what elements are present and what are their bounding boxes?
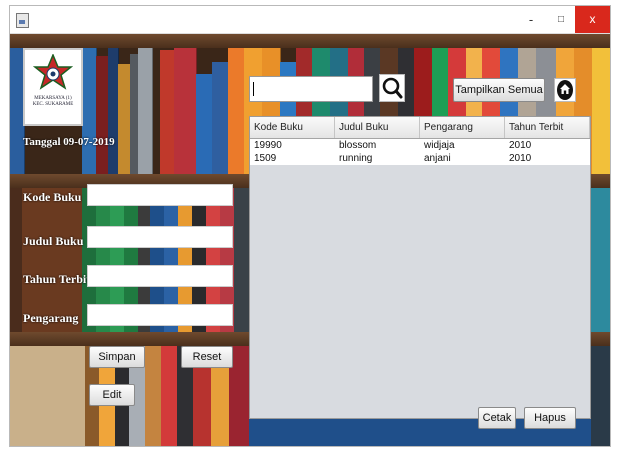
kode-buku-label: Kode Buku [23,190,82,204]
tahun-terbit-label: Tahun Terbit [23,272,91,286]
table-row[interactable]: 19990 blossom widjaja 2010 [250,139,590,152]
main-panel: MEKARSAYA (1) KEC. SUKARAME Tanggal 09-0… [10,34,610,446]
cell-judul-buku: running [339,153,373,164]
home-button[interactable] [554,78,576,102]
table-row[interactable]: 1509 running anjani 2010 [250,152,590,165]
app-window: - □ x MEKARSAYA (1) KEC. SUKARAME Tangga… [9,5,611,447]
tahun-terbit-input[interactable] [87,265,233,287]
table-header: Kode Buku Judul Buku Pengarang Tahun Ter… [250,117,590,139]
title-bar: - □ x [10,6,610,34]
judul-buku-label: Judul Buku [23,234,84,248]
maximize-button[interactable]: □ [546,6,576,33]
date-label: Tanggal 09-07-2019 [23,136,115,148]
column-header-judul-buku[interactable]: Judul Buku [335,117,420,138]
cell-kode-buku: 1509 [254,153,277,164]
simpan-button[interactable]: Simpan [89,346,145,368]
reset-button[interactable]: Reset [181,346,233,368]
book-table[interactable]: Kode Buku Judul Buku Pengarang Tahun Ter… [249,116,591,419]
cell-pengarang: widjaja [424,140,455,151]
emblem-icon [33,54,73,90]
search-icon [382,77,403,99]
text-caret [253,82,254,96]
kode-buku-input[interactable] [87,184,233,206]
cell-tahun-terbit: 2010 [509,153,532,164]
search-button[interactable] [379,74,405,102]
search-input[interactable] [249,76,373,102]
cell-judul-buku: blossom [339,140,377,151]
pengarang-label: Pengarang [23,311,79,325]
column-header-tahun-terbit[interactable]: Tahun Terbit [505,117,590,138]
cell-tahun-terbit: 2010 [509,140,532,151]
column-header-kode-buku[interactable]: Kode Buku [250,117,335,138]
cell-pengarang: anjani [424,153,451,164]
java-app-icon [16,13,29,28]
close-button[interactable]: x [575,6,610,33]
cell-kode-buku: 19990 [254,140,282,151]
home-icon [557,80,573,100]
edit-button[interactable]: Edit [89,384,135,406]
hapus-button[interactable]: Hapus [524,407,576,429]
judul-buku-input[interactable] [87,226,233,248]
school-logo: MEKARSAYA (1) KEC. SUKARAME [23,48,83,126]
tampilkan-semua-button[interactable]: Tampilkan Semua [453,78,545,102]
minimize-button[interactable]: - [516,6,546,33]
pengarang-input[interactable] [87,304,233,326]
column-header-pengarang[interactable]: Pengarang [420,117,505,138]
logo-subtext: KEC. SUKARAME [32,102,74,107]
cetak-button[interactable]: Cetak [478,407,516,429]
logo-text: MEKARSAYA (1) [34,96,72,101]
